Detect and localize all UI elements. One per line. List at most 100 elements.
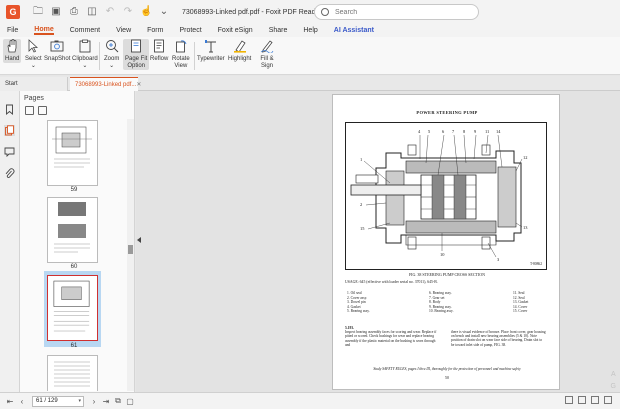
last-page-icon[interactable]: ⇥ xyxy=(100,397,112,406)
highlighter-icon xyxy=(233,40,246,53)
select-cursor-icon xyxy=(28,39,39,53)
customize-chevron-icon[interactable]: ⌄ xyxy=(158,6,170,18)
copy-page-icon[interactable]: ⧉ xyxy=(112,396,124,406)
legend-item: 5. Bearing assy. xyxy=(347,309,370,314)
callout-label: 1 xyxy=(360,157,362,162)
comments-icon[interactable] xyxy=(4,146,15,157)
tab-start-label: Start xyxy=(5,81,18,87)
figure-code: T-80862 xyxy=(529,262,542,266)
callout-label: 10 xyxy=(440,252,445,257)
first-page-icon[interactable]: ⇤ xyxy=(4,397,16,406)
hand-icon xyxy=(7,39,17,53)
reflow-label: Reflow xyxy=(150,56,169,62)
page-fit-option-button[interactable]: Page Fit Option xyxy=(123,39,150,70)
quick-access-toolbar: 🗀 ▣ ⎙ ◫ ↶ ↷ ☝ ⌄ xyxy=(32,6,170,18)
callout-label: 11 xyxy=(485,129,489,134)
next-page-icon[interactable]: › xyxy=(88,397,100,406)
thumbnail-drawing xyxy=(53,280,90,332)
reflow-button[interactable]: Reflow xyxy=(150,39,168,63)
view-mode-group xyxy=(565,396,612,404)
page-number-field[interactable]: 61 / 129 ▾ xyxy=(32,395,84,407)
menu-bar: File Home Comment View Form Protect Foxi… xyxy=(0,24,620,37)
tab-comment[interactable]: Comment xyxy=(70,27,100,34)
rotate-view-button[interactable]: Rotate View xyxy=(172,39,190,70)
continuous-facing-view-icon[interactable] xyxy=(604,396,612,404)
navigation-rail xyxy=(0,91,20,392)
legend-column: 6. Bearing assy. 7. Gear set 8. Body 9. … xyxy=(429,291,454,314)
usage-note: USAGE: 645 (effective with loader serial… xyxy=(345,280,438,284)
facing-view-icon[interactable] xyxy=(591,396,599,404)
thumbnail-list[interactable]: 59 60 61 xyxy=(20,119,128,391)
highlight-button[interactable]: Highlight xyxy=(228,39,251,63)
thumbnail-scrollbar-thumb[interactable] xyxy=(128,245,133,254)
save-icon[interactable]: ▣ xyxy=(50,6,62,18)
collapse-panel-icon[interactable] xyxy=(137,237,141,243)
zoom-button[interactable]: Zoom ⌄ xyxy=(104,39,119,70)
page-fit-icon xyxy=(131,39,142,53)
page-dropdown-icon[interactable]: ▾ xyxy=(78,398,81,404)
sign-label: Sign xyxy=(260,63,273,69)
close-tab-icon[interactable]: ✕ xyxy=(136,81,141,88)
search-input[interactable] xyxy=(335,8,465,16)
single-page-view-icon[interactable] xyxy=(565,396,573,404)
attachment-icon[interactable] xyxy=(4,168,15,179)
figure-frame: 4 5 6 7 8 9 11 14 1 2 15 12 13 10 3 T-80… xyxy=(345,122,547,270)
hand-tool-quick-icon[interactable]: ☝ xyxy=(140,6,152,18)
tab-ai-assistant[interactable]: AI Assistant xyxy=(334,27,374,34)
clipboard-button[interactable]: Clipboard ⌄ xyxy=(72,39,98,70)
tab-help[interactable]: Help xyxy=(303,27,317,34)
page-thumbnail-selected[interactable] xyxy=(47,275,98,341)
page-footer: Study SAFETY RULES, pages I thru III, th… xyxy=(373,367,521,371)
select-button[interactable]: Select ⌄ xyxy=(25,39,42,70)
ribbon: Hand Select ⌄ SnapShot Clipboard ⌄ Zoom … xyxy=(0,37,620,75)
callout-label: 5 xyxy=(428,129,431,134)
printed-page-number: 50 xyxy=(445,375,449,380)
create-icon[interactable]: ◫ xyxy=(86,6,98,18)
tab-protect[interactable]: Protect xyxy=(179,27,201,34)
thumbnail-scrollbar[interactable] xyxy=(127,119,134,391)
continuous-view-icon[interactable] xyxy=(578,396,586,404)
page-thumbnail[interactable] xyxy=(47,355,98,391)
tab-form[interactable]: Form xyxy=(147,27,163,34)
page-header: POWER STEERING PUMP xyxy=(416,110,478,115)
select-dropdown-icon: ⌄ xyxy=(30,63,36,69)
legend-item: 6. Bearing assy. xyxy=(429,291,452,295)
pages-panel-icon[interactable] xyxy=(4,125,15,136)
callout-label: 14 xyxy=(496,129,501,134)
typewriter-button[interactable]: Typewriter xyxy=(197,39,225,63)
bookmark-icon[interactable] xyxy=(4,104,15,115)
document-view[interactable]: POWER STEERING PUMP 4 5 6 7 8 9 11 14 1 … xyxy=(136,91,620,392)
undo-icon[interactable]: ↶ xyxy=(104,6,116,18)
callout-label: 12 xyxy=(523,155,527,160)
rotate-label: Rotate xyxy=(172,56,190,62)
redo-icon[interactable]: ↷ xyxy=(122,6,134,18)
tab-home[interactable]: Home xyxy=(34,26,54,35)
tab-start[interactable]: Start xyxy=(0,77,68,91)
search-box[interactable] xyxy=(314,4,479,20)
page-view-icon[interactable]: ▢ xyxy=(124,397,136,406)
snapshot-label: SnapShot xyxy=(44,56,71,62)
tab-share[interactable]: Share xyxy=(269,27,288,34)
tab-document[interactable]: 73068993-Linked pdf... ✕ xyxy=(70,77,141,91)
callout-label: 9 xyxy=(474,129,477,134)
page-options-icon[interactable] xyxy=(25,106,34,115)
page-thumbnail[interactable] xyxy=(47,120,98,186)
previous-page-icon[interactable]: ‹ xyxy=(16,397,28,406)
print-icon[interactable]: ⎙ xyxy=(68,6,80,18)
page-properties-icon[interactable] xyxy=(38,106,47,115)
fill-sign-button[interactable]: Fill & Sign xyxy=(260,39,274,70)
camera-icon xyxy=(50,40,64,52)
title-bar: G 🗀 ▣ ⎙ ◫ ↶ ↷ ☝ ⌄ 73068993-Linked pdf.pd… xyxy=(0,0,620,24)
typewriter-icon xyxy=(204,40,216,53)
snapshot-button[interactable]: SnapShot xyxy=(44,39,70,63)
tab-foxit-esign[interactable]: Foxit eSign xyxy=(218,27,253,34)
tab-view[interactable]: View xyxy=(116,27,131,34)
open-folder-icon[interactable]: 🗀 xyxy=(32,6,44,18)
page-thumbnail[interactable] xyxy=(47,197,98,263)
tab-file[interactable]: File xyxy=(7,27,18,34)
hand-button[interactable]: Hand xyxy=(3,39,22,63)
figure-caption: FIG. 38 STEERING PUMP CROSS SECTION xyxy=(408,272,486,277)
page-fit-option-label: Option xyxy=(127,63,146,69)
page-number-value: 61 / 129 xyxy=(36,398,58,404)
typewriter-label: Typewriter xyxy=(197,56,225,62)
